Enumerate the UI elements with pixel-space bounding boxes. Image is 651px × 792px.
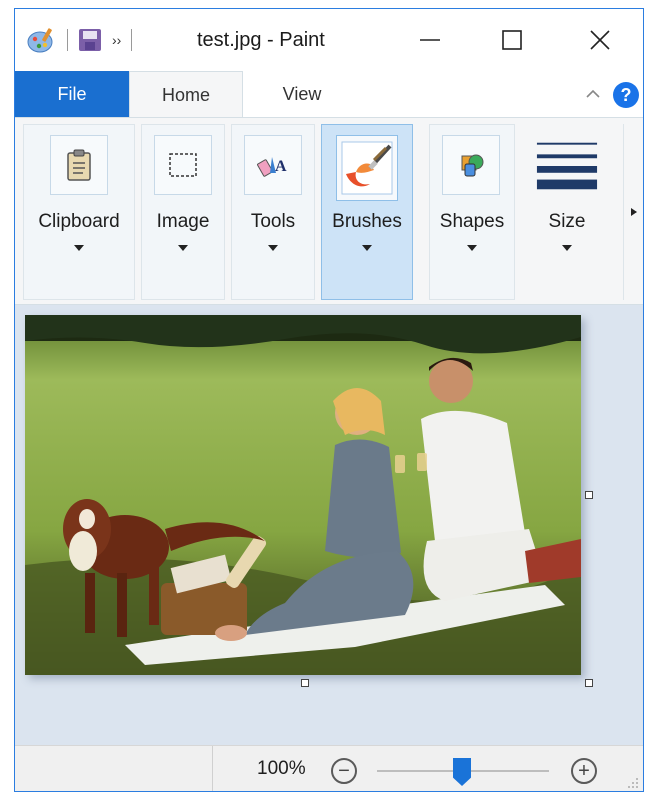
- minimize-button[interactable]: [407, 23, 453, 57]
- resize-grip-icon[interactable]: [627, 777, 639, 789]
- ribbon-group-brushes[interactable]: Brushes: [321, 124, 413, 300]
- tab-home[interactable]: Home: [129, 71, 243, 117]
- tools-icon: A: [244, 135, 302, 195]
- ribbon: Clipboard Image A Tools Brushes Shapes S…: [15, 117, 643, 305]
- qat-separator: [67, 29, 68, 51]
- plus-icon: +: [578, 760, 590, 782]
- ribbon-tabs: File Home View ?: [15, 71, 643, 117]
- shapes-icon: [442, 135, 500, 195]
- tab-view[interactable]: View: [247, 71, 357, 117]
- maximize-button[interactable]: [489, 23, 535, 57]
- zoom-in-button[interactable]: +: [571, 758, 597, 784]
- maximize-icon: [502, 30, 522, 50]
- paint-window: ›› test.jpg - Paint File Home View ? Cli…: [14, 8, 644, 792]
- dropdown-arrow-icon: [74, 245, 84, 251]
- group-label-tools: Tools: [250, 211, 296, 232]
- line-size-icon: [534, 135, 600, 197]
- resize-handle-corner[interactable]: [585, 679, 593, 687]
- chevron-up-icon: [586, 89, 600, 98]
- title-bar[interactable]: ›› test.jpg - Paint: [15, 9, 643, 71]
- group-label-clipboard: Clipboard: [38, 211, 120, 232]
- dropdown-arrow-icon: [467, 245, 477, 251]
- ribbon-group-clipboard[interactable]: Clipboard: [23, 124, 135, 300]
- tab-file[interactable]: File: [15, 71, 129, 117]
- dropdown-arrow-icon: [268, 245, 278, 251]
- status-bar: 100% − +: [15, 745, 643, 791]
- ribbon-group-size[interactable]: Size: [523, 124, 611, 300]
- help-button[interactable]: ?: [613, 82, 639, 108]
- clipboard-icon: [50, 135, 108, 195]
- dropdown-arrow-icon: [178, 245, 188, 251]
- group-label-size: Size: [548, 211, 586, 232]
- paint-app-icon[interactable]: [27, 26, 57, 54]
- svg-text:A: A: [275, 158, 287, 175]
- window-title: test.jpg - Paint: [197, 29, 325, 51]
- minimize-icon: [420, 39, 440, 41]
- dropdown-arrow-icon: [362, 245, 372, 251]
- caret-right-icon: [630, 208, 637, 216]
- qat-separator-2: [131, 29, 133, 51]
- group-label-brushes: Brushes: [332, 211, 402, 232]
- group-label-image: Image: [156, 211, 210, 232]
- close-button[interactable]: [577, 23, 623, 57]
- ribbon-group-tools[interactable]: A Tools: [231, 124, 315, 300]
- save-icon[interactable]: [78, 28, 102, 52]
- close-icon: [590, 30, 610, 50]
- dropdown-arrow-icon: [562, 245, 572, 251]
- status-divider: [212, 746, 213, 791]
- resize-handle-bottom[interactable]: [301, 679, 309, 687]
- brush-icon: [336, 135, 398, 201]
- zoom-level-text: 100%: [257, 758, 306, 779]
- canvas-image[interactable]: [25, 315, 581, 675]
- ribbon-group-image[interactable]: Image: [141, 124, 225, 300]
- ribbon-group-shapes[interactable]: Shapes: [429, 124, 515, 300]
- select-rectangle-icon: [154, 135, 212, 195]
- zoom-out-button[interactable]: −: [331, 758, 357, 784]
- canvas-area[interactable]: [15, 305, 643, 745]
- customize-qat-icon[interactable]: ››: [112, 32, 121, 48]
- ribbon-scroll-right-button[interactable]: [623, 124, 643, 300]
- quick-access-toolbar: ››: [27, 25, 142, 55]
- minimize-ribbon-button[interactable]: [581, 82, 605, 106]
- group-label-shapes: Shapes: [439, 211, 505, 232]
- minus-icon: −: [338, 760, 350, 782]
- picnic-photo: [25, 315, 581, 675]
- resize-handle-right[interactable]: [585, 491, 593, 499]
- zoom-slider-thumb[interactable]: [453, 758, 471, 786]
